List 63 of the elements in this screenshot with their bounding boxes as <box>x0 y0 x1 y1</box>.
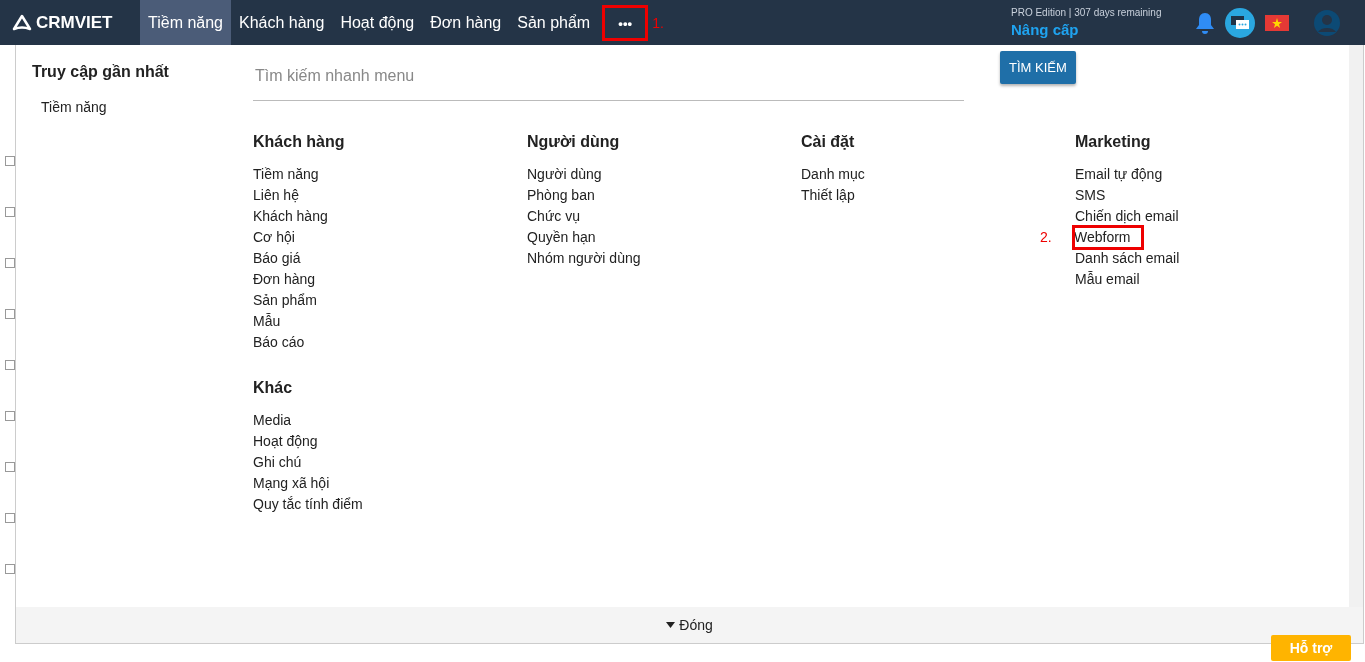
menu-link[interactable]: Thiết lập <box>801 185 855 206</box>
logo[interactable]: CRMVIET <box>12 0 140 45</box>
row-checkbox[interactable] <box>5 564 15 574</box>
menu-link[interactable]: Báo giá <box>253 248 301 269</box>
menu-link[interactable]: Danh mục <box>801 164 865 185</box>
row-checkbox[interactable] <box>5 207 15 217</box>
row-checkbox[interactable] <box>5 156 15 166</box>
menu-link[interactable]: Liên hệ <box>253 185 299 206</box>
menu-link[interactable]: Quyền hạn <box>527 227 596 248</box>
menu-link[interactable]: Tiềm năng <box>253 164 319 185</box>
menu-link[interactable]: Mạng xã hội <box>253 473 330 494</box>
menu-link[interactable]: Sản phẩm <box>253 290 317 311</box>
annotation-number: 1. <box>652 14 664 31</box>
row-checkbox[interactable] <box>5 411 15 421</box>
search-button[interactable]: TÌM KIẾM <box>1000 51 1076 84</box>
notification-bell-icon[interactable] <box>1195 11 1215 34</box>
menu-link[interactable]: Media <box>253 410 292 431</box>
row-checkbox[interactable] <box>5 309 15 319</box>
logo-icon <box>12 13 32 32</box>
menu-link[interactable]: Mẫu email <box>1075 269 1140 290</box>
menu-link[interactable]: Mẫu <box>253 311 281 332</box>
menu-link[interactable]: Nhóm người dùng <box>527 248 641 269</box>
menu-link[interactable]: Email tự động <box>1075 164 1163 185</box>
more-menu-button[interactable]: ••• <box>602 5 649 41</box>
nav-tab[interactable]: Hoạt động <box>332 0 423 45</box>
row-checkbox[interactable] <box>5 513 15 523</box>
menu-link[interactable]: SMS <box>1075 185 1106 206</box>
menu-link[interactable]: Ghi chú <box>253 452 302 473</box>
row-checkbox[interactable] <box>5 462 15 472</box>
recent-title: Truy cập gần nhất <box>32 63 170 81</box>
scrollbar[interactable] <box>1349 45 1363 607</box>
menu-link[interactable]: Đơn hàng <box>253 269 316 290</box>
flag-icon[interactable] <box>1265 14 1289 31</box>
group-title: Khách hàng <box>253 133 346 151</box>
menu-link[interactable]: Người dùng <box>527 164 602 185</box>
nav-tab[interactable]: Sản phẩm <box>509 0 599 45</box>
recent-item[interactable]: Tiềm năng <box>32 99 237 115</box>
nav-tab[interactable]: Đơn hàng <box>422 0 510 45</box>
caret-icon <box>666 622 676 628</box>
menu-link[interactable]: Chiến dịch email <box>1075 206 1179 227</box>
menu-link[interactable]: Quy tắc tính điểm <box>253 494 363 515</box>
menu-link[interactable]: Chức vụ <box>527 206 580 227</box>
menu-link[interactable]: Phòng ban <box>527 185 595 206</box>
close-button[interactable]: Đóng <box>660 616 719 634</box>
upgrade-link[interactable]: Nâng cấp <box>1011 21 1171 38</box>
menu-link[interactable]: Cơ hội <box>253 227 295 248</box>
menu-link[interactable]: Hoạt động <box>253 431 318 452</box>
row-checkbox[interactable] <box>5 360 15 370</box>
group-title: Marketing <box>1075 133 1152 151</box>
group-title: Người dùng <box>527 133 621 151</box>
group-title: Khác <box>253 379 294 397</box>
menu-link[interactable]: Danh sách email <box>1075 248 1180 269</box>
row-checkbox[interactable] <box>5 258 15 268</box>
annotation-number: 2. <box>1040 229 1052 245</box>
edition-info: PRO Edition | 307 days remaining <box>1011 7 1163 18</box>
group-title: Cài đặt <box>801 133 856 151</box>
menu-link[interactable]: Khách hàng <box>253 206 328 227</box>
nav-tab[interactable]: Khách hàng <box>231 0 333 45</box>
chat-icon[interactable] <box>1225 7 1255 38</box>
nav-tab[interactable]: Tiềm năng <box>140 0 231 45</box>
menu-link[interactable]: Báo cáo <box>253 332 305 353</box>
logo-text: CRMVIET <box>36 12 113 33</box>
menu-link[interactable]: Webform <box>1074 227 1142 248</box>
